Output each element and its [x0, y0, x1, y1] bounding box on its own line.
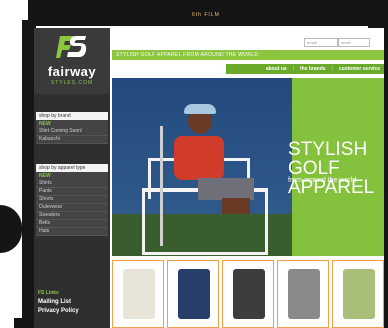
brand-item[interactable]: Kabanchi [36, 136, 108, 144]
hero-banner[interactable]: STYLISH GOLF APPAREL from around the wor… [112, 78, 384, 256]
apparel-item-outerwear[interactable]: Outerwear [36, 204, 108, 212]
golfer-leg [222, 198, 250, 214]
golfer-shirt [174, 136, 224, 180]
logo[interactable]: fairway STYLES.COM [34, 28, 110, 94]
main-nav: about us | the brands | customer service [226, 64, 384, 74]
product-thumb-pants-white[interactable] [112, 260, 164, 328]
email-input[interactable]: email [338, 38, 370, 47]
brand-name: fairway [47, 64, 97, 79]
film-label: 6th FILM [192, 12, 220, 18]
fs-links: FS Links Mailing List Privacy Policy [38, 290, 108, 317]
product-image [343, 269, 375, 319]
hero-subheadline: from around the world [288, 177, 357, 184]
shop-by-brand-header: shop by brand [36, 112, 108, 120]
mailing-list-link[interactable]: Mailing List [38, 299, 108, 308]
new-label: NEW [39, 121, 51, 127]
film-frame: 6th FILM 6th FILM fairway STYLES.COM sho… [0, 0, 388, 328]
website: fairway STYLES.COM shop by brand NEW Shi… [34, 28, 384, 328]
sidebar: fairway STYLES.COM shop by brand NEW Shi… [34, 28, 110, 328]
film-top-strip: 6th FILM [28, 0, 388, 26]
apparel-item-sweaters[interactable]: Sweaters [36, 212, 108, 220]
main-content: email email STYLISH GOLF APPAREL FROM AR… [110, 28, 384, 328]
golf-club [160, 126, 163, 246]
product-image [178, 269, 210, 319]
new-label: NEW [39, 173, 51, 179]
film-edge [0, 0, 22, 328]
apparel-item-shirts[interactable]: Shirts [36, 180, 108, 188]
fs-links-title: FS Links [38, 290, 59, 296]
brand-item[interactable]: Shirt Coming Soon! [36, 128, 108, 136]
apparel-item-hats[interactable]: Hats [36, 228, 108, 236]
golfer-cap [184, 104, 216, 114]
shop-by-apparel-header: shop by apparel type [36, 164, 108, 172]
brand-tagline: STYLES.COM [50, 80, 94, 86]
shop-by-apparel-box: shop by apparel type NEW Shirts Pants Sh… [36, 164, 108, 236]
product-image [288, 269, 320, 319]
hero-headline: STYLISH GOLF APPAREL [288, 139, 375, 198]
product-image [123, 269, 155, 319]
product-thumbnails [112, 260, 384, 328]
apparel-item-shorts[interactable]: Shorts [36, 196, 108, 204]
nav-customer-service[interactable]: customer service [339, 66, 380, 72]
shop-by-brand-box: shop by brand NEW Shirt Coming Soon! Kab… [36, 112, 108, 144]
fs-logo-icon [56, 36, 87, 58]
nav-separator: | [292, 66, 294, 72]
site-tagline: STYLISH GOLF APPAREL FROM AROUND THE WOR… [112, 50, 384, 60]
nav-separator: | [331, 66, 333, 72]
nav-the-brands[interactable]: the brands [300, 66, 326, 72]
product-thumb-pants-navy[interactable] [167, 260, 219, 328]
product-thumb-jacket[interactable] [222, 260, 274, 328]
apparel-item-belts[interactable]: Belts [36, 220, 108, 228]
film-notch [0, 205, 22, 253]
product-thumb-shirt-green[interactable] [332, 260, 384, 328]
nav-about-us[interactable]: about us [266, 66, 287, 72]
privacy-policy-link[interactable]: Privacy Policy [38, 308, 108, 317]
apparel-item-pants[interactable]: Pants [36, 188, 108, 196]
search-input[interactable]: email [304, 38, 338, 47]
golfer-shorts [198, 178, 254, 200]
product-thumb-shirt-grey[interactable] [277, 260, 329, 328]
product-image [233, 269, 265, 319]
